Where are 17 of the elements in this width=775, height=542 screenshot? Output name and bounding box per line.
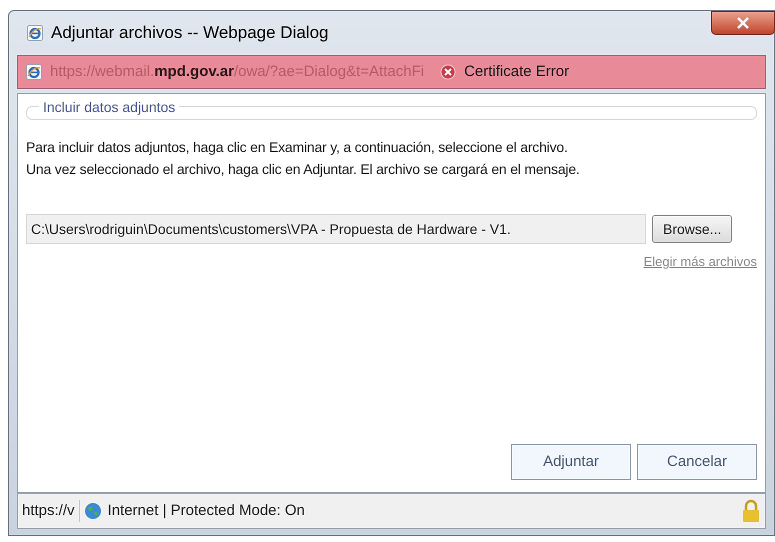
security-zone: Internet | Protected Mode: On [108,500,305,521]
globe-icon [84,502,102,520]
instruction-text: Una vez seleccionado el archivo, haga clic en Adjuntar. El archivo se cargará en el mensaje. [26,160,581,179]
page-icon [26,64,42,80]
window-title: Adjuntar archivos -- Webpage Dialog [51,22,328,44]
dialog-button[interactable]: Adjuntar [511,444,631,480]
lock-icon [741,499,761,523]
error-icon [440,64,456,80]
close-button[interactable] [711,11,775,35]
browser-icon [27,25,43,41]
dialog-button[interactable]: Cancelar [637,444,757,480]
close-icon [736,17,750,29]
instruction-text: Para incluir datos adjuntos, haga clic en Examinar y, a continuación, seleccione el archivo. [26,138,569,157]
browse-button[interactable]: Browse... [652,215,732,243]
status-url: https://v [18,500,80,522]
certificate-error[interactable]: Certificate Error [464,60,570,84]
file-path-field[interactable]: C:\Users\rodriguin\Documents\customers\VPA - Propuesta de Hardware - V1. [26,214,646,244]
